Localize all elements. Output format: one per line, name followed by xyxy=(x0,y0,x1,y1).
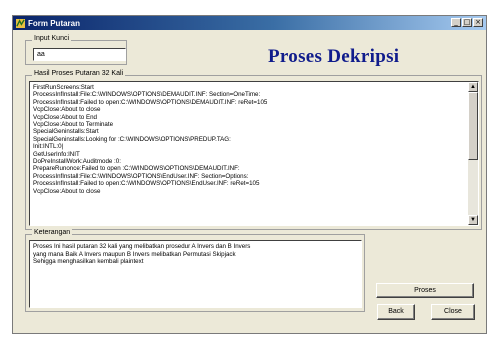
result-log-textarea[interactable]: FirstRunScreens:Start ProcessInfInstall:F… xyxy=(29,81,479,226)
note-line: Sehigga menghasilkan kembali plaintext xyxy=(33,258,144,266)
log-line: VcpClose:About to Terminate xyxy=(33,121,114,129)
title-bar[interactable]: Form Putaran _ □ × xyxy=(13,16,486,30)
proses-button[interactable]: Proses xyxy=(376,283,474,298)
log-line: ProcessInfInstall:Failed to open:C:\WIND… xyxy=(33,98,268,106)
log-line: SpecialGeninstalls:Start xyxy=(33,128,99,136)
log-line: VcpClose:About to End xyxy=(33,113,97,121)
notes-label: Keterangan xyxy=(32,229,73,236)
close-window-button[interactable]: × xyxy=(473,18,483,27)
note-lines: Proses Ini hasil putaran 32 kali yang me… xyxy=(33,243,250,266)
scroll-thumb[interactable] xyxy=(468,92,478,160)
log-line: PrepareRunonce:Failed to open :C:\WINDOW… xyxy=(33,165,240,173)
log-line: ProcessInfInstall:Failed to open:C:\WIND… xyxy=(33,180,260,188)
close-button[interactable]: Close xyxy=(431,304,475,320)
window-controls: _ □ × xyxy=(451,18,483,27)
log-line: VcpClose:About to close xyxy=(33,187,101,195)
form-putaran-window: Form Putaran _ □ × Input Kunci aa Proses… xyxy=(12,15,487,334)
log-line: GetUserInfo:INIT xyxy=(33,150,80,158)
window-title: Form Putaran xyxy=(28,18,81,28)
scroll-down-button[interactable]: ▼ xyxy=(468,215,478,225)
maximize-button[interactable]: □ xyxy=(462,18,472,27)
log-line: ProcessInfInstall:File:C:\WINDOWS\OPTION… xyxy=(33,91,261,99)
notes-textarea[interactable]: Proses Ini hasil putaran 32 kali yang me… xyxy=(29,240,362,308)
log-line: VcpClose:About to close xyxy=(33,106,101,114)
page: Form Putaran _ □ × Input Kunci aa Proses… xyxy=(0,0,502,349)
note-line: Proses Ini hasil putaran 32 kali yang me… xyxy=(33,243,251,250)
log-lines: FirstRunScreens:Start ProcessInfInstall:F… xyxy=(33,84,466,195)
result-log-group: Hasil Proses Putaran 32 Kali FirstRunScr… xyxy=(25,70,482,230)
log-line: ProcessInfInstall:File:C:\WINDOWS\OPTION… xyxy=(33,172,249,180)
result-log-label: Hasil Proses Putaran 32 Kali xyxy=(32,70,126,77)
log-line: Init:INTL:0| xyxy=(33,143,64,151)
minimize-button[interactable]: _ xyxy=(451,18,461,27)
scroll-up-button[interactable]: ▲ xyxy=(468,82,478,92)
page-heading: Proses Dekripsi xyxy=(268,46,400,67)
input-key-label: Input Kunci xyxy=(32,35,72,42)
input-key-group: Input Kunci aa xyxy=(25,35,127,65)
app-icon xyxy=(16,18,25,28)
log-scrollbar[interactable]: ▲ ▼ xyxy=(468,82,478,225)
back-button[interactable]: Back xyxy=(377,304,415,320)
log-line: SpecialGeninstalls:Looking for :C:\WINDO… xyxy=(33,135,231,143)
key-input[interactable]: aa xyxy=(33,48,126,61)
log-line: FirstRunScreens:Start xyxy=(33,84,94,91)
log-line: DoPreInstallWork:Auditmode :0: xyxy=(33,158,121,166)
note-line: yang mana Baik A Invers maupun B Invers … xyxy=(33,250,236,258)
notes-group: Keterangan Proses Ini hasil putaran 32 k… xyxy=(25,229,365,312)
